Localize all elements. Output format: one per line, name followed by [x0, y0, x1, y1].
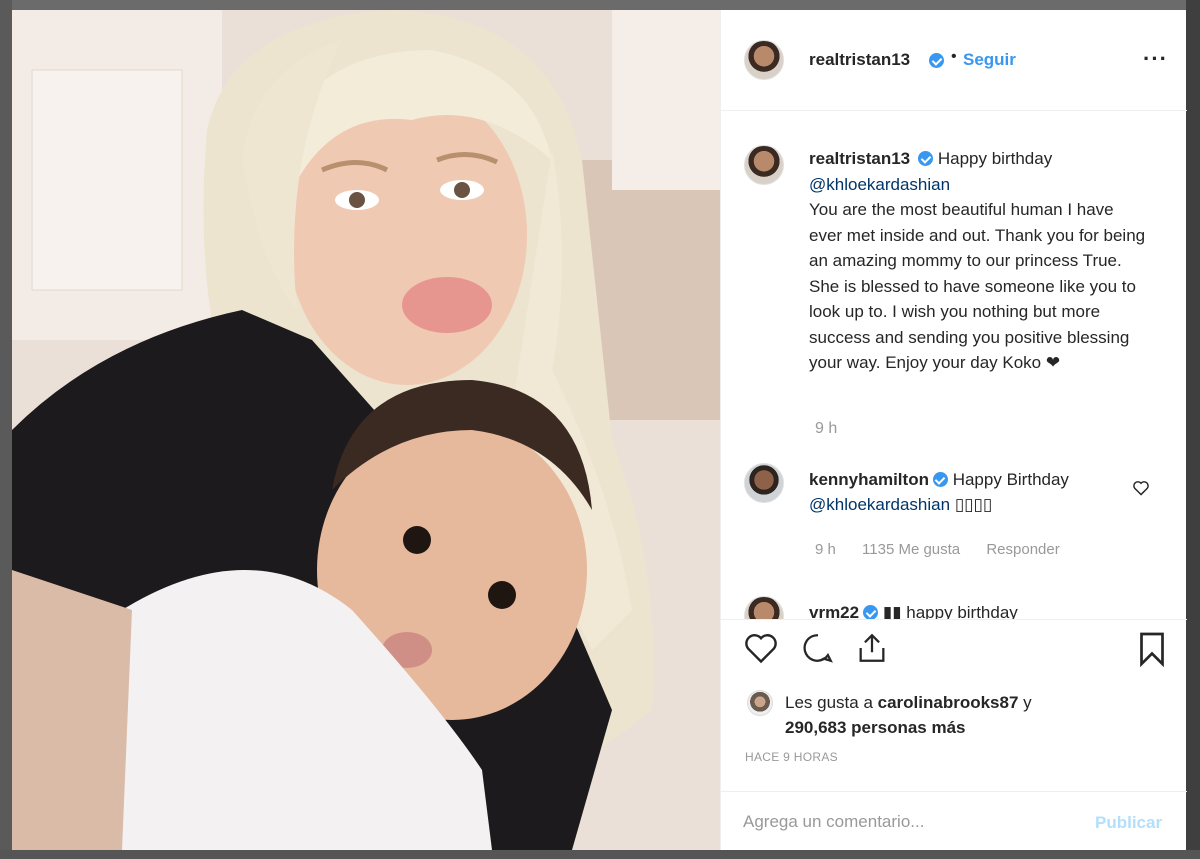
- post-header: realtristan13 • Seguir ···: [721, 10, 1187, 111]
- comments-list[interactable]: realtristan13 Happy birthday @khloekarda…: [721, 111, 1187, 619]
- heart-emoji-icon: ❤: [1045, 353, 1061, 372]
- selfie-illustration: [12, 10, 720, 850]
- comment-mention[interactable]: @khloekardashian: [809, 495, 950, 514]
- more-options-icon[interactable]: ···: [1143, 46, 1168, 72]
- comment-body: Happy Birthday: [952, 470, 1069, 489]
- commenter-avatar[interactable]: [744, 596, 784, 619]
- comment-body: ▮▮ happy birthday: [882, 603, 1018, 619]
- author-username[interactable]: realtristan13: [809, 50, 910, 70]
- caption-greeting: Happy birthday: [937, 149, 1053, 168]
- like-comment-heart-icon[interactable]: [1132, 480, 1150, 496]
- liker-avatar[interactable]: [747, 690, 773, 716]
- commenter-username[interactable]: vrm22: [809, 603, 859, 619]
- caption-avatar[interactable]: [744, 145, 784, 185]
- backdrop-bottom: [0, 850, 1200, 859]
- commenter-avatar[interactable]: [744, 463, 784, 503]
- liker-username[interactable]: carolinabrooks87: [878, 693, 1019, 712]
- post-photo[interactable]: [12, 10, 720, 850]
- verified-badge-icon: [929, 53, 944, 68]
- comment-emoji: ▯▯▯▯: [954, 495, 993, 514]
- bookmark-icon[interactable]: [1137, 631, 1167, 667]
- like-heart-icon[interactable]: [743, 631, 779, 665]
- comment-bubble-icon[interactable]: [801, 631, 835, 665]
- verified-badge-icon: [932, 472, 948, 487]
- comment-text: vrm22 ▮▮ happy birthday: [809, 600, 1018, 619]
- verified-badge-icon: [863, 605, 879, 619]
- share-icon[interactable]: [855, 631, 889, 665]
- reply-button[interactable]: Responder: [986, 541, 1059, 558]
- add-comment-bar: Publicar: [721, 791, 1187, 851]
- comment-input[interactable]: [743, 809, 1073, 835]
- author-avatar[interactable]: [744, 40, 784, 80]
- separator-dot: •: [951, 48, 957, 65]
- likes-text[interactable]: Les gusta a carolinabrooks87 y 290,683 p…: [785, 690, 1165, 740]
- caption-text: realtristan13 Happy birthday @khloekarda…: [809, 146, 1151, 376]
- likes-connector: y: [1018, 693, 1032, 712]
- backdrop-top: [0, 0, 1200, 10]
- backdrop-right: [1186, 0, 1200, 859]
- post-actions: Les gusta a carolinabrooks87 y 290,683 p…: [721, 619, 1187, 850]
- backdrop-left: [0, 0, 12, 859]
- caption-time[interactable]: 9 h: [815, 420, 837, 438]
- comment-time[interactable]: 9 h: [815, 541, 836, 558]
- posted-time[interactable]: HACE 9 HORAS: [745, 750, 838, 764]
- comment-meta: 9 h 1135 Me gusta Responder: [815, 541, 1082, 558]
- comment-likes[interactable]: 1135 Me gusta: [862, 541, 960, 558]
- comment-text: kennyhamilton Happy Birthday @khloekarda…: [809, 467, 1139, 517]
- publish-button[interactable]: Publicar: [1095, 813, 1162, 833]
- likes-count[interactable]: 290,683 personas más: [785, 718, 966, 737]
- caption-mention[interactable]: @khloekardashian: [809, 175, 950, 194]
- commenter-username[interactable]: kennyhamilton: [809, 470, 929, 489]
- caption-username[interactable]: realtristan13: [809, 149, 910, 168]
- caption-body: You are the most beautiful human I have …: [809, 200, 1146, 372]
- post-side-panel: realtristan13 • Seguir ··· realtristan13…: [720, 10, 1187, 850]
- likes-prefix: Les gusta a: [785, 693, 878, 712]
- follow-button[interactable]: Seguir: [963, 50, 1016, 70]
- verified-badge-icon: [918, 151, 934, 166]
